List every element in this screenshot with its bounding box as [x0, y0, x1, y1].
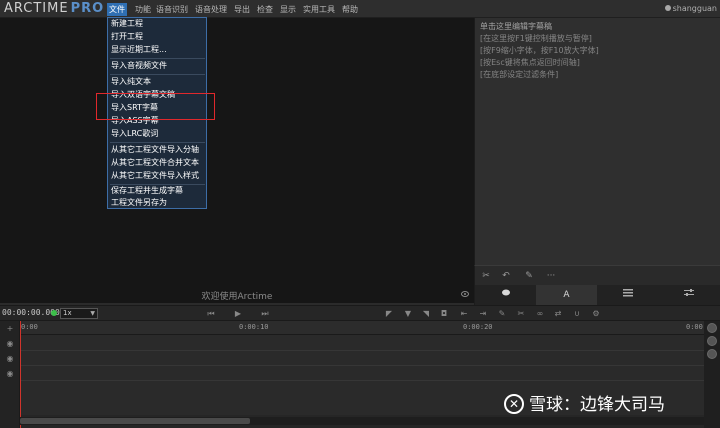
chevron-down-icon: ▼: [90, 310, 95, 317]
pen-icon[interactable]: ✎: [523, 270, 535, 282]
ruler-label: 0:00:10: [239, 323, 269, 331]
watermark-text: 雪球：边锋大司马: [529, 395, 665, 415]
menubar: ARCTIME PRO 文件 功能 语音识别 语音处理 导出 检查 显示 实用工具…: [0, 0, 720, 18]
link-icon[interactable]: ∞: [534, 308, 546, 320]
undo-icon[interactable]: ↶: [500, 270, 512, 282]
play-icon[interactable]: ▶: [232, 308, 244, 320]
font-icon: A: [563, 290, 570, 300]
marker-left-icon[interactable]: ◤: [383, 308, 395, 320]
watermark: 雪球：边锋大司马: [504, 393, 665, 416]
more-icon[interactable]: ···: [545, 270, 557, 282]
hint-f1: [在这里按F1键控制播放与暂停]: [480, 34, 592, 43]
hint-f9: [按F9缩小字体，按F10放大字体]: [480, 46, 599, 55]
seek-start-icon[interactable]: ⇤: [458, 308, 470, 320]
edit-toolbar: ✂ ↶ ✎ ···: [474, 265, 720, 285]
eye-icon[interactable]: ◉: [5, 354, 15, 364]
track-divider: [20, 380, 704, 381]
settings-sliders-icon: [683, 289, 694, 296]
speed-value: 1x: [63, 309, 72, 317]
logo-main: ARCTIME: [4, 1, 69, 16]
chat-icon: [501, 289, 510, 296]
eye-icon[interactable]: [461, 291, 469, 297]
tab-chat[interactable]: [475, 285, 536, 305]
track-controls: + ◉ ◉ ◉: [0, 321, 20, 428]
logo-pro: PRO: [70, 1, 105, 16]
zoom-in-icon[interactable]: [707, 323, 717, 333]
seek-end-icon[interactable]: ⇥: [477, 308, 489, 320]
user-icon: [664, 5, 671, 11]
tab-font[interactable]: A: [536, 285, 597, 305]
menu-recent-projects[interactable]: 显示近期工程...: [111, 44, 167, 56]
menu-function[interactable]: 功能: [133, 3, 153, 16]
playhead[interactable]: [20, 321, 21, 428]
track-divider: [20, 350, 704, 351]
tab-list[interactable]: [597, 285, 658, 305]
menu-speech-recognition[interactable]: 语音识别: [154, 3, 190, 16]
status-dot: [51, 310, 57, 316]
snowball-logo-icon: [504, 393, 524, 415]
welcome-text: 欢迎使用Arctime: [201, 292, 273, 302]
menu-separator: [110, 58, 205, 59]
camera-icon[interactable]: ◘: [438, 308, 450, 320]
ruler-label: 0:00:20: [463, 323, 493, 331]
transport-bar: 00:00:00.000 1x ▼ ⏮ ▶ ⏭ ◤ ▼ ◥ ◘ ⇤ ⇥ ✎ ✂ …: [0, 305, 720, 321]
ruler-label: 0:00: [21, 323, 38, 331]
panel-tabs: A: [474, 285, 720, 305]
next-icon[interactable]: ⏭: [259, 308, 271, 320]
zoom-fit-icon[interactable]: [707, 349, 717, 359]
menu-import-av[interactable]: 导入音视频文件: [111, 60, 167, 72]
marker-right-icon[interactable]: ◥: [420, 308, 432, 320]
list-icon: [622, 289, 633, 297]
menu-tools[interactable]: 实用工具: [301, 3, 337, 16]
marker-down-icon[interactable]: ▼: [402, 308, 414, 320]
track-divider: [20, 365, 704, 366]
add-track-icon[interactable]: +: [5, 324, 15, 334]
subtitle-editor[interactable]: 单击这里编辑字幕稿 [在这里按F1键控制播放与暂停] [按F9缩小字体，按F10…: [474, 18, 720, 265]
eye-icon[interactable]: ◉: [5, 339, 15, 349]
timeline-scrollbar[interactable]: [20, 417, 704, 425]
scroll-thumb[interactable]: [20, 418, 250, 424]
pen-icon[interactable]: ✎: [496, 308, 508, 320]
menu-merge-text[interactable]: 从其它工程文件合并文本: [111, 157, 199, 169]
cut-icon[interactable]: ✂: [480, 270, 492, 282]
menu-import-timing[interactable]: 从其它工程文件导入分轴: [111, 144, 199, 156]
menu-file[interactable]: 文件: [107, 3, 127, 16]
menu-display[interactable]: 显示: [278, 3, 298, 16]
swap-icon[interactable]: ⇄: [552, 308, 564, 320]
hint-filter: [在底部设定过滤条件]: [480, 70, 559, 79]
video-preview[interactable]: [0, 18, 474, 303]
menu-save-as[interactable]: 工程文件另存为: [111, 197, 167, 209]
app-logo: ARCTIME PRO: [4, 1, 104, 17]
speed-select[interactable]: 1x ▼: [60, 308, 98, 319]
hint-edit[interactable]: 单击这里编辑字幕稿: [480, 21, 552, 32]
magnet-icon[interactable]: ∪: [571, 308, 583, 320]
user-account[interactable]: shangguan: [664, 3, 717, 15]
tab-settings[interactable]: [658, 285, 719, 305]
scissors-icon[interactable]: ✂: [515, 308, 527, 320]
zoom-controls: [704, 321, 720, 428]
gear-icon[interactable]: ⚙: [590, 308, 602, 320]
prev-icon[interactable]: ⏮: [205, 308, 217, 320]
menu-export[interactable]: 导出: [232, 3, 252, 16]
username: shangguan: [672, 4, 717, 13]
zoom-out-icon[interactable]: [707, 336, 717, 346]
menu-save-generate[interactable]: 保存工程并生成字幕: [111, 185, 183, 197]
menu-help[interactable]: 帮助: [340, 3, 360, 16]
time-ruler[interactable]: 0:00 0:00:10 0:00:20 0:00:30: [20, 321, 716, 335]
hint-esc: [按Esc键将焦点返回时间轴]: [480, 58, 580, 67]
menu-import-style[interactable]: 从其它工程文件导入样式: [111, 170, 199, 182]
menu-import-text[interactable]: 导入纯文本: [111, 76, 151, 88]
menu-separator: [110, 74, 205, 75]
menu-import-lrc[interactable]: 导入LRC歌词: [111, 128, 158, 140]
highlight-annotation: [96, 93, 215, 120]
menu-open-project[interactable]: 打开工程: [111, 31, 143, 43]
menu-check[interactable]: 检查: [255, 3, 275, 16]
eye-icon[interactable]: ◉: [5, 369, 15, 379]
menu-speech-processing[interactable]: 语音处理: [193, 3, 229, 16]
menu-separator: [110, 142, 205, 143]
menu-new-project[interactable]: 新建工程: [111, 18, 143, 30]
